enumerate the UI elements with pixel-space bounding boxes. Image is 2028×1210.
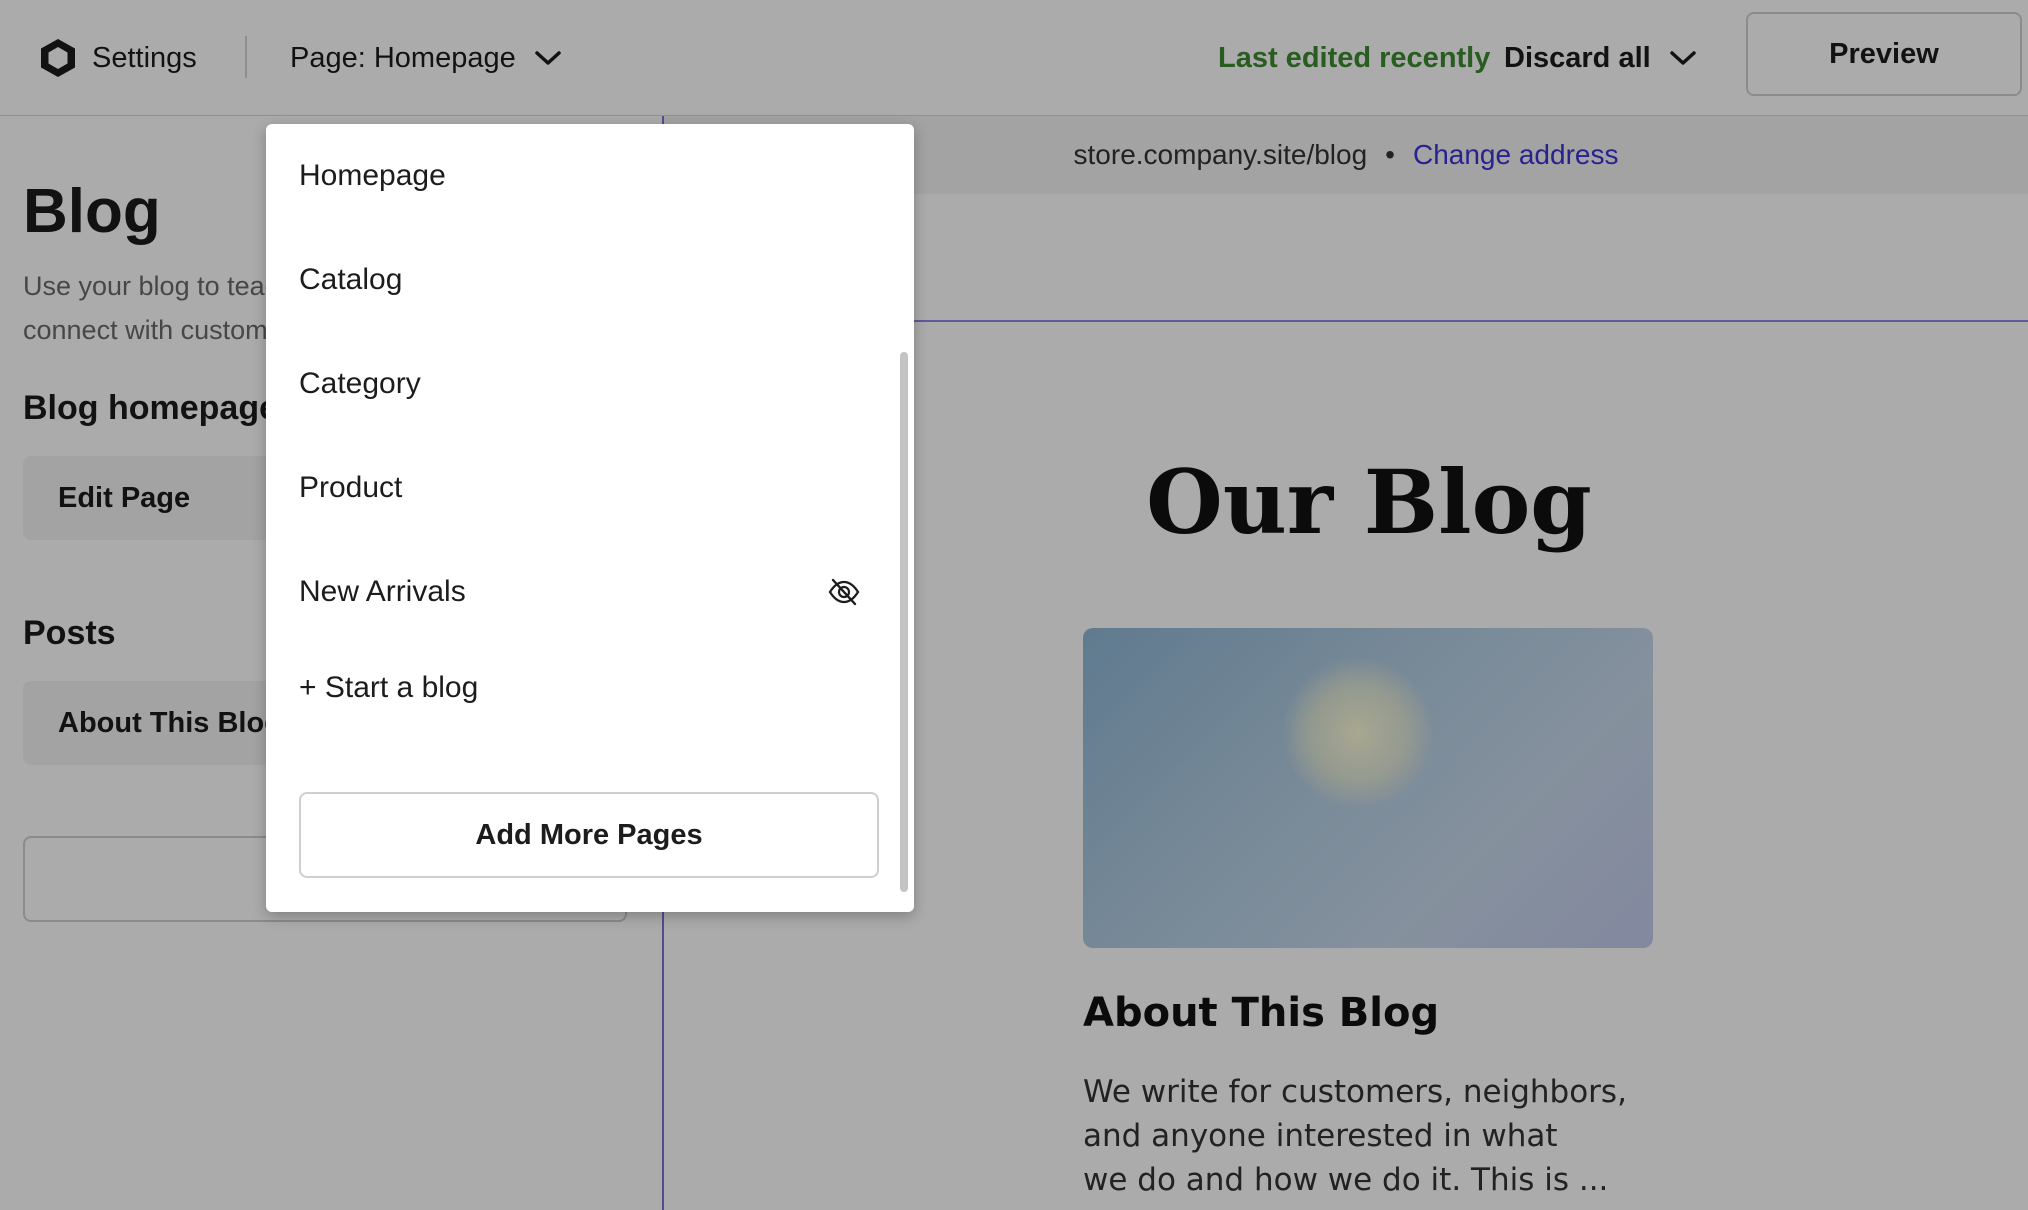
menu-item-product[interactable]: Product (283, 436, 893, 540)
eye-slash-icon (828, 578, 860, 606)
menu-item-catalog[interactable]: Catalog (283, 228, 893, 332)
menu-item-category[interactable]: Category (283, 332, 893, 436)
page-select-menu: Homepage Catalog Category Product New Ar… (266, 124, 914, 912)
menu-item-label: New Arrivals (299, 575, 466, 608)
menu-item-label: Category (299, 367, 421, 400)
add-more-pages-button[interactable]: Add More Pages (299, 792, 879, 878)
menu-item-start-blog[interactable]: + Start a blog (283, 636, 893, 740)
menu-item-label: Catalog (299, 263, 403, 296)
menu-item-new-arrivals[interactable]: New Arrivals (283, 540, 893, 644)
menu-item-label: Homepage (299, 159, 446, 192)
menu-item-label: + Start a blog (299, 671, 479, 704)
menu-scrollbar[interactable] (900, 352, 908, 892)
menu-item-homepage[interactable]: Homepage (283, 124, 893, 228)
menu-item-label: Product (299, 471, 403, 504)
page-menu-list: Homepage Catalog Category Product New Ar… (283, 124, 893, 774)
